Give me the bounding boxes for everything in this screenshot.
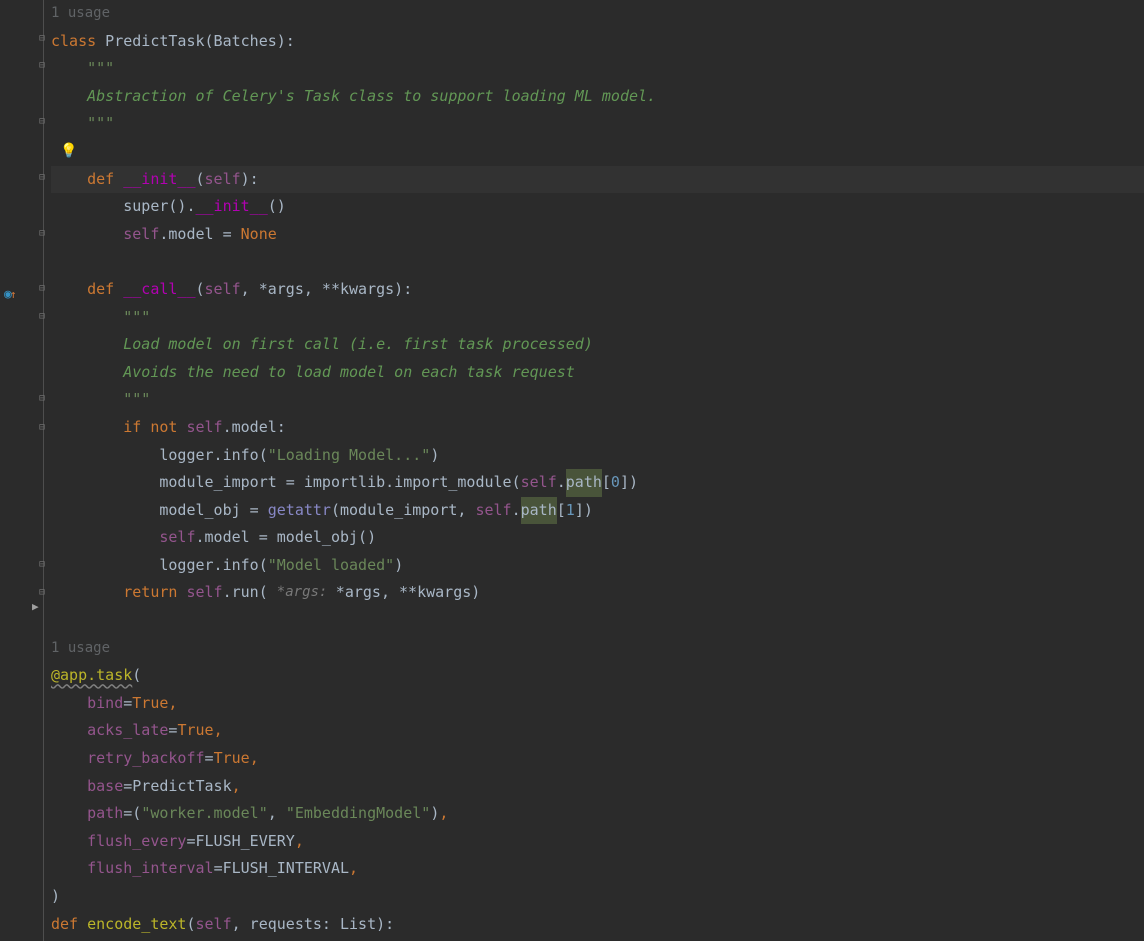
fold-icon[interactable]: ⊟ [36, 60, 48, 72]
expand-icon[interactable]: ▶ [32, 597, 39, 617]
gutter[interactable]: ⊟ ⊟ ⊟ ⊟ ⊟ ⊟ ⊟ ⊟ ⊟ ⊟ ⊟ ▶ ◉↑ [0, 0, 48, 941]
code-line[interactable]: super().__init__() [51, 193, 1144, 221]
fold-guide-line [43, 0, 44, 941]
fold-icon[interactable]: ⊟ [36, 116, 48, 128]
code-line[interactable]: logger.info("Model loaded") [51, 552, 1144, 580]
code-line[interactable]: def encode_text(self, requests: List): [51, 911, 1144, 939]
code-line[interactable]: self.model = model_obj() [51, 524, 1144, 552]
code-line[interactable]: class PredictTask(Batches): [51, 28, 1144, 56]
code-line[interactable]: Avoids the need to load model on each ta… [51, 359, 1144, 387]
code-line[interactable] [51, 138, 1144, 166]
code-line[interactable]: """ [51, 55, 1144, 83]
code-line-current[interactable]: def __init__(self): [51, 166, 1144, 194]
code-line[interactable]: self.model = None [51, 221, 1144, 249]
code-line[interactable]: """ [51, 110, 1144, 138]
code-editor[interactable]: ⊟ ⊟ ⊟ ⊟ ⊟ ⊟ ⊟ ⊟ ⊟ ⊟ ⊟ ▶ ◉↑ 💡 1 usage cla… [0, 0, 1144, 941]
code-line[interactable]: model_obj = getattr(module_import, self.… [51, 497, 1144, 525]
fold-icon[interactable]: ⊟ [36, 393, 48, 405]
fold-icon[interactable]: ⊟ [36, 422, 48, 434]
code-line[interactable]: path=("worker.model", "EmbeddingModel"), [51, 800, 1144, 828]
fold-icon[interactable]: ⊟ [36, 172, 48, 184]
code-line[interactable]: def __call__(self, *args, **kwargs): [51, 276, 1144, 304]
code-area[interactable]: 1 usage class PredictTask(Batches): """ … [48, 0, 1144, 941]
code-line[interactable]: return self.run( *args: *args, **kwargs) [51, 579, 1144, 607]
run-gutter-icon[interactable]: ◉↑ [4, 283, 16, 307]
code-line[interactable] [51, 607, 1144, 635]
usage-hint[interactable]: 1 usage [51, 0, 1144, 28]
fold-icon[interactable]: ⊟ [36, 311, 48, 323]
fold-icon[interactable]: ⊟ [36, 33, 48, 45]
code-line[interactable]: logger.info("Loading Model...") [51, 442, 1144, 470]
code-line[interactable]: module_import = importlib.import_module(… [51, 469, 1144, 497]
code-line[interactable]: if not self.model: [51, 414, 1144, 442]
code-line[interactable]: """ [51, 304, 1144, 332]
code-line[interactable]: acks_late=True, [51, 717, 1144, 745]
code-line[interactable]: base=PredictTask, [51, 773, 1144, 801]
code-line[interactable]: retry_backoff=True, [51, 745, 1144, 773]
code-line[interactable]: Load model on first call (i.e. first tas… [51, 331, 1144, 359]
code-line[interactable]: flush_interval=FLUSH_INTERVAL, [51, 855, 1144, 883]
code-line[interactable]: Abstraction of Celery's Task class to su… [51, 83, 1144, 111]
code-line[interactable] [51, 248, 1144, 276]
fold-icon[interactable]: ⊟ [36, 283, 48, 295]
code-line[interactable]: ) [51, 883, 1144, 911]
code-line[interactable]: flush_every=FLUSH_EVERY, [51, 828, 1144, 856]
code-line[interactable]: @app.task( [51, 662, 1144, 690]
usage-hint[interactable]: 1 usage [51, 635, 1144, 663]
fold-icon[interactable]: ⊟ [36, 559, 48, 571]
fold-icon[interactable]: ⊟ [36, 228, 48, 240]
code-line[interactable]: bind=True, [51, 690, 1144, 718]
code-line[interactable]: """ [51, 386, 1144, 414]
